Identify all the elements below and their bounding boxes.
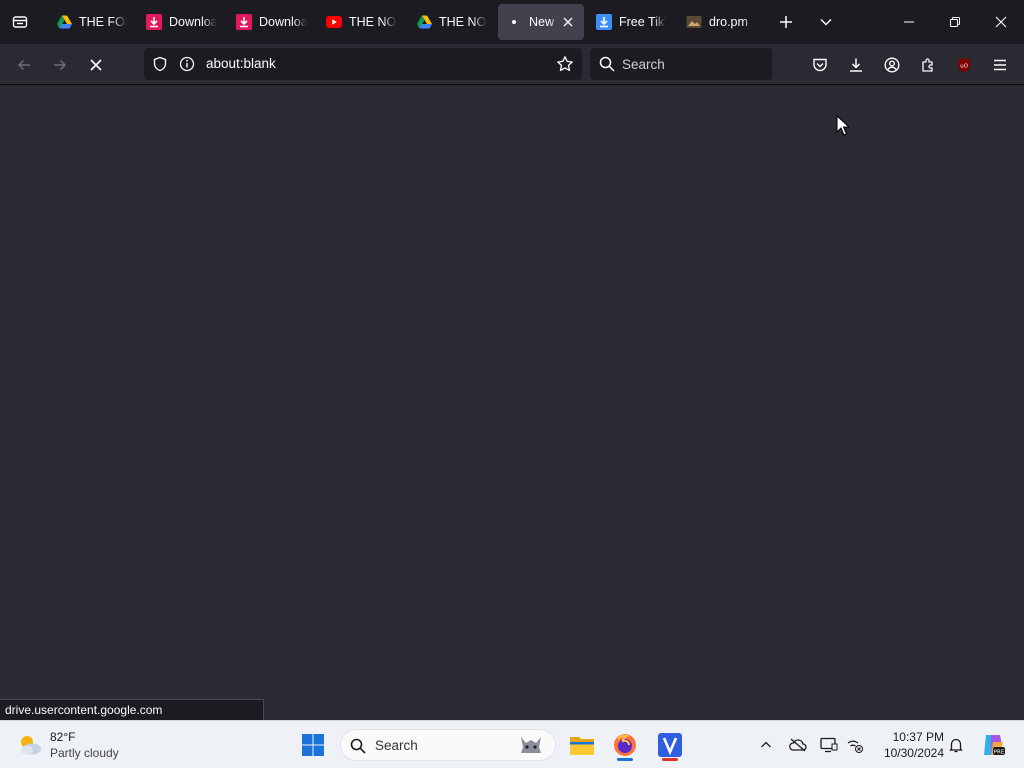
- running-indicator: [617, 758, 633, 761]
- download-site-icon: [236, 14, 252, 30]
- v-app-icon: [658, 733, 682, 757]
- tab-dro-pm[interactable]: dro.pm: [678, 4, 766, 40]
- minimize-button[interactable]: [886, 0, 932, 44]
- download-arrow-icon: [596, 14, 612, 30]
- stop-x-icon: [90, 59, 102, 71]
- tab-bar: THE FORMULA Download Download THE NORTH …: [0, 0, 1024, 44]
- notifications-button[interactable]: [944, 731, 968, 759]
- tracking-protection-shield-icon[interactable]: [152, 56, 168, 77]
- url-text[interactable]: about:blank: [206, 56, 276, 71]
- network-tray-icon[interactable]: [843, 731, 867, 759]
- puzzle-icon: [922, 58, 933, 72]
- back-button[interactable]: [9, 50, 39, 80]
- extensions-button[interactable]: [913, 50, 943, 80]
- search-highlight-icon: [517, 733, 545, 764]
- stop-button[interactable]: [81, 50, 111, 80]
- windows-logo-icon: [302, 734, 324, 756]
- status-panel: drive.usercontent.google.com: [0, 699, 264, 720]
- vpn-app-button[interactable]: [654, 729, 686, 761]
- show-hidden-icons-button[interactable]: [754, 731, 778, 759]
- onedrive-tray-icon[interactable]: [786, 731, 810, 759]
- file-explorer-button[interactable]: [566, 729, 598, 761]
- firefox-view-button[interactable]: [6, 8, 34, 36]
- tab-the-north-youtube[interactable]: THE NORTH: [318, 4, 406, 40]
- tab-new-tab-active[interactable]: New Tab: [498, 4, 584, 40]
- tab-free-tiktok[interactable]: Free TikTok: [588, 4, 676, 40]
- network-disconnected-icon: [847, 740, 863, 753]
- google-drive-icon: [416, 14, 432, 30]
- close-icon: [995, 16, 1007, 28]
- ublock-origin-button[interactable]: uO: [949, 50, 979, 80]
- tab-the-formula[interactable]: THE FORMULA: [48, 4, 136, 40]
- search-icon: [350, 738, 366, 759]
- svg-text:PRE: PRE: [994, 750, 1005, 756]
- copilot-icon: PRE: [984, 735, 1005, 756]
- chevron-up-icon: [761, 741, 771, 748]
- weather-temperature: 82°F: [50, 730, 76, 744]
- mouse-cursor-icon: [836, 114, 851, 137]
- tab-download-1[interactable]: Download: [138, 4, 226, 40]
- search-icon: [599, 56, 615, 77]
- app-menu-button[interactable]: [985, 50, 1015, 80]
- account-button[interactable]: [877, 50, 907, 80]
- account-icon: [884, 57, 900, 73]
- download-site-icon: [146, 14, 162, 30]
- search-placeholder: Search: [622, 57, 665, 72]
- new-tab-button[interactable]: [772, 8, 800, 36]
- bell-icon: [949, 738, 963, 753]
- list-all-tabs-button[interactable]: [812, 8, 840, 36]
- pocket-button[interactable]: [805, 50, 835, 80]
- chevron-down-icon: [820, 18, 832, 26]
- forward-button[interactable]: [45, 50, 75, 80]
- bookmark-star-icon[interactable]: [556, 55, 574, 78]
- site-info-icon[interactable]: [179, 56, 195, 77]
- arrow-right-icon: [54, 59, 67, 71]
- firefox-icon: [614, 734, 636, 756]
- firefox-taskbar-button[interactable]: [609, 729, 641, 761]
- pocket-icon: [813, 58, 827, 72]
- file-explorer-icon: [570, 737, 594, 755]
- taskbar-search-box[interactable]: Search: [340, 729, 556, 761]
- close-tab-icon[interactable]: [560, 14, 576, 30]
- arrow-left-icon: [17, 59, 30, 71]
- youtube-icon: [326, 14, 342, 30]
- restore-button[interactable]: [932, 0, 978, 44]
- ublock-origin-icon: uO: [958, 58, 970, 72]
- plus-icon: [780, 16, 792, 28]
- copilot-button[interactable]: PRE: [978, 731, 1008, 759]
- tab-the-north-drive[interactable]: THE NORTH: [408, 4, 496, 40]
- page-content-blank: [0, 85, 1024, 720]
- google-drive-icon: [56, 14, 72, 30]
- folder-image-icon: [686, 14, 702, 30]
- hamburger-menu-icon: [994, 59, 1006, 71]
- svg-text:uO: uO: [960, 64, 968, 70]
- download-icon: [850, 58, 862, 72]
- restore-icon: [950, 17, 960, 27]
- tab-download-2[interactable]: Download: [228, 4, 316, 40]
- close-window-button[interactable]: [978, 0, 1024, 44]
- display-tray-icon[interactable]: [817, 731, 841, 759]
- clock-time: 10:37 PM: [892, 730, 944, 744]
- cloud-off-icon: [789, 738, 807, 752]
- minimize-icon: [904, 21, 914, 23]
- firefox-view-icon: [12, 16, 28, 28]
- partly-cloudy-icon: [16, 731, 44, 764]
- downloads-button[interactable]: [841, 50, 871, 80]
- clock-date: 10/30/2024: [883, 746, 944, 760]
- loading-dot-icon: [506, 14, 522, 30]
- monitor-icon: [820, 737, 838, 753]
- search-bar[interactable]: Search: [590, 48, 772, 80]
- system-clock[interactable]: 10:37 PM 10/30/2024: [874, 729, 944, 761]
- navigation-toolbar: about:blank Search uO: [0, 44, 1024, 85]
- weather-widget[interactable]: 82°F Partly cloudy: [16, 729, 136, 763]
- running-indicator: [662, 758, 678, 761]
- start-button[interactable]: [297, 729, 329, 761]
- taskbar-search-placeholder: Search: [375, 738, 418, 753]
- weather-condition: Partly cloudy: [50, 746, 119, 760]
- windows-taskbar: 82°F Partly cloudy Search 10:37 PM 10/30…: [0, 720, 1024, 768]
- url-bar[interactable]: about:blank: [144, 48, 582, 80]
